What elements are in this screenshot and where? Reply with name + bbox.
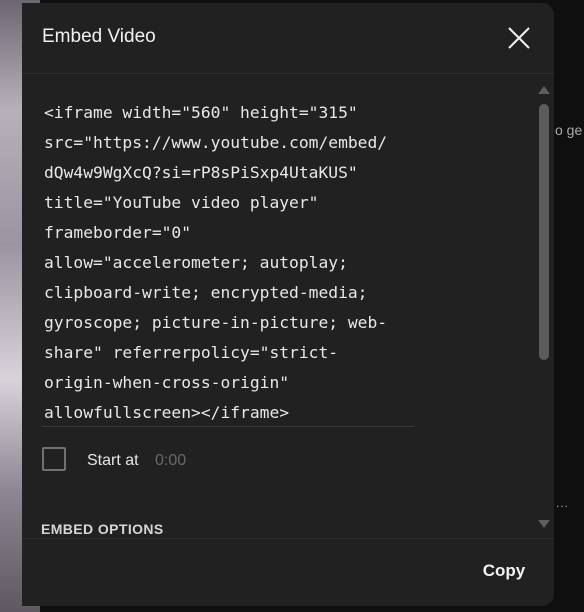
copy-button[interactable]: Copy (464, 551, 544, 591)
embed-code-textarea[interactable]: <iframe width="560" height="315" src="ht… (44, 98, 424, 428)
close-button[interactable] (502, 21, 536, 55)
background-text-peek: o ge (555, 122, 583, 138)
start-at-time-input[interactable] (155, 452, 205, 470)
scroll-up-arrow-icon[interactable] (538, 86, 550, 94)
embed-options-heading: EMBED OPTIONS (41, 521, 164, 537)
dialog-title: Embed Video (42, 26, 156, 47)
vertical-scrollbar[interactable] (534, 74, 554, 538)
embed-code-underline (42, 426, 414, 427)
footer-divider (22, 538, 554, 539)
background-more-dots: ... (556, 496, 570, 510)
scrollbar-thumb[interactable] (539, 104, 549, 360)
page-root: o ge ... Embed Video <iframe width="560"… (0, 0, 584, 612)
dialog-scroll-area: <iframe width="560" height="315" src="ht… (22, 74, 554, 538)
close-icon (508, 27, 530, 49)
embed-video-dialog: Embed Video <iframe width="560" height="… (22, 3, 554, 606)
scroll-down-arrow-icon[interactable] (538, 520, 550, 528)
start-at-checkbox[interactable] (42, 447, 66, 471)
start-at-label: Start at (87, 452, 139, 469)
